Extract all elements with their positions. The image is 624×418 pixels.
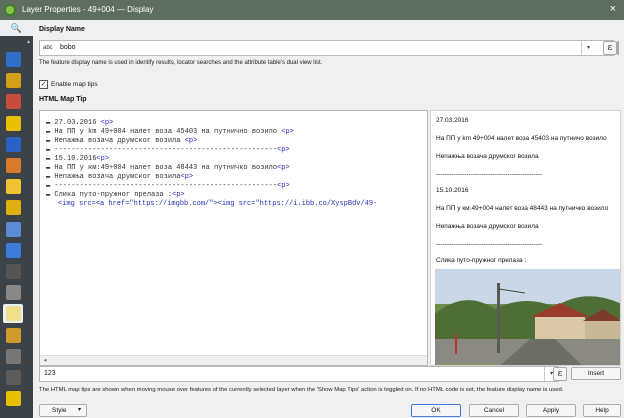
- map-tips-footer-note: The HTML map tips are shown when moving …: [39, 387, 564, 393]
- code-line: ▬ --------------------------------------…: [46, 146, 290, 154]
- preview-line: ----------------------------------------…: [436, 171, 543, 178]
- html-map-tip-heading: HTML Map Tip: [39, 96, 87, 103]
- sidebar-item-source[interactable]: [3, 71, 23, 90]
- style-button-label: Style: [52, 407, 67, 414]
- sidebar-item-rendering[interactable]: [3, 326, 23, 345]
- sidebar-item-actions[interactable]: [3, 283, 23, 302]
- temporal-icon: [5, 348, 21, 364]
- sidebar-item-attributes-form[interactable]: [3, 220, 23, 239]
- expression-input[interactable]: 123 ▾: [39, 366, 559, 382]
- sidebar-item-masks[interactable]: [3, 135, 23, 154]
- source-icon: [5, 73, 21, 89]
- code-line: ▬ На ПП у км:49+004 налет воза 48443 на …: [46, 164, 290, 172]
- code-line: <img src=<a href="https://imgbb.com/"><i…: [58, 200, 378, 208]
- sidebar-item-variables[interactable]: [3, 368, 23, 387]
- sidebar-item-information[interactable]: [3, 50, 23, 69]
- display-icon: [5, 306, 21, 322]
- enable-map-tips-label: Enable map tips: [51, 81, 98, 88]
- cancel-button[interactable]: Cancel: [469, 404, 519, 417]
- scroll-left-icon[interactable]: ◂: [43, 356, 47, 365]
- preview-line: Непажња возача друмског возила: [436, 153, 539, 160]
- chevron-down-icon[interactable]: ▾: [581, 41, 595, 55]
- close-icon[interactable]: ×: [610, 3, 616, 15]
- metadata-icon: [5, 391, 21, 407]
- preview-line: Слика путо-пружног прелаза :: [436, 257, 527, 264]
- sidebar-item-joins[interactable]: [3, 241, 23, 260]
- information-icon: [5, 52, 21, 67]
- auxiliary-storage-icon: [5, 264, 21, 279]
- sidebar: 🔍 ▴: [0, 20, 33, 418]
- html-editor[interactable]: ▬ 27.03.2016 <p> ▬ На ПП у km 49+004 нале…: [39, 110, 428, 366]
- insert-button[interactable]: Insert: [571, 367, 621, 380]
- search-icon[interactable]: 🔍: [0, 20, 33, 36]
- rail-crossing-photo: [435, 269, 620, 365]
- field-type-prefix: abc: [43, 45, 53, 51]
- joins-icon: [5, 242, 21, 258]
- preview-line: На ПП у км:49+004 налет воза 48443 на пу…: [436, 205, 609, 212]
- code-line: ▬ --------------------------------------…: [46, 182, 290, 190]
- qgis-logo-icon: [4, 4, 16, 16]
- sidebar-item-temporal[interactable]: [3, 347, 23, 366]
- attributes-form-icon: [5, 221, 21, 237]
- code-line: ▬ Непажња возача друмског возила <p>: [46, 137, 198, 145]
- labels-icon: [5, 115, 21, 131]
- code-line: ▬ 15.10.2016<p>: [46, 155, 110, 163]
- fields-icon: [5, 200, 21, 216]
- display-name-value: bobo: [60, 44, 76, 51]
- preview-line: 15.10.2016: [436, 187, 469, 194]
- preview-line: ----------------------------------------…: [436, 241, 543, 248]
- masks-icon: [5, 136, 21, 152]
- sidebar-item-auxiliary-storage[interactable]: [3, 262, 23, 281]
- style-button[interactable]: Style ▾: [39, 404, 87, 417]
- help-button[interactable]: Help: [583, 404, 621, 417]
- sidebar-item-symbology[interactable]: [3, 92, 23, 111]
- sidebar-item-labels[interactable]: [3, 114, 23, 133]
- variables-icon: [5, 370, 21, 385]
- code-line: ▬ На ПП у km 49+004 налет воза 45403 на …: [46, 128, 294, 136]
- hidden-spacer: [617, 41, 619, 55]
- expression-builder-button[interactable]: ε: [553, 367, 567, 381]
- sidebar-item-metadata[interactable]: [3, 389, 23, 408]
- code-line: ▬ 27.03.2016 <p>: [46, 119, 114, 127]
- code-line: ▬ Непажња возача друмског возила<p>: [46, 173, 194, 181]
- sidebar-item-diagrams[interactable]: [3, 177, 23, 196]
- apply-button[interactable]: Apply: [526, 404, 576, 417]
- code-line: ▬ Слика путо-пружног прелаза :<p>: [46, 191, 185, 199]
- diagrams-icon: [5, 179, 21, 195]
- sidebar-item-fields[interactable]: [3, 198, 23, 217]
- display-name-heading: Display Name: [39, 26, 85, 33]
- expression-button[interactable]: ε: [603, 41, 617, 55]
- editor-horizontal-scrollbar[interactable]: ◂: [40, 355, 427, 365]
- 3d-view-icon: [5, 158, 21, 173]
- window-title: Layer Properties - 49+004 — Display: [22, 5, 154, 14]
- expression-value: 123: [44, 370, 56, 377]
- actions-icon: [5, 285, 21, 301]
- sidebar-item-3d-view[interactable]: [3, 156, 23, 175]
- display-name-note: The feature display name is used in iden…: [39, 60, 323, 66]
- preview-line: На ПП у km 49+004 налет воза 45403 на пу…: [436, 135, 607, 142]
- sidebar-item-display[interactable]: [3, 304, 23, 324]
- enable-map-tips-checkbox[interactable]: ✓: [39, 80, 48, 89]
- rendering-icon: [5, 327, 21, 343]
- map-tip-preview: 27.03.2016 На ПП у km 49+004 налет воза 4…: [430, 110, 621, 366]
- preview-line: 27.03.2016: [436, 117, 469, 124]
- symbology-icon: [5, 94, 21, 110]
- main-panel: Display Name abc bobo ▾ ε The feature di…: [33, 20, 624, 418]
- ok-button[interactable]: OK: [411, 404, 461, 417]
- preview-line: Непажња возача друмског возила: [436, 223, 539, 230]
- title-bar: Layer Properties - 49+004 — Display ×: [0, 0, 624, 20]
- chevron-down-icon: ▾: [77, 407, 81, 413]
- display-name-input[interactable]: abc bobo ▾: [39, 40, 614, 56]
